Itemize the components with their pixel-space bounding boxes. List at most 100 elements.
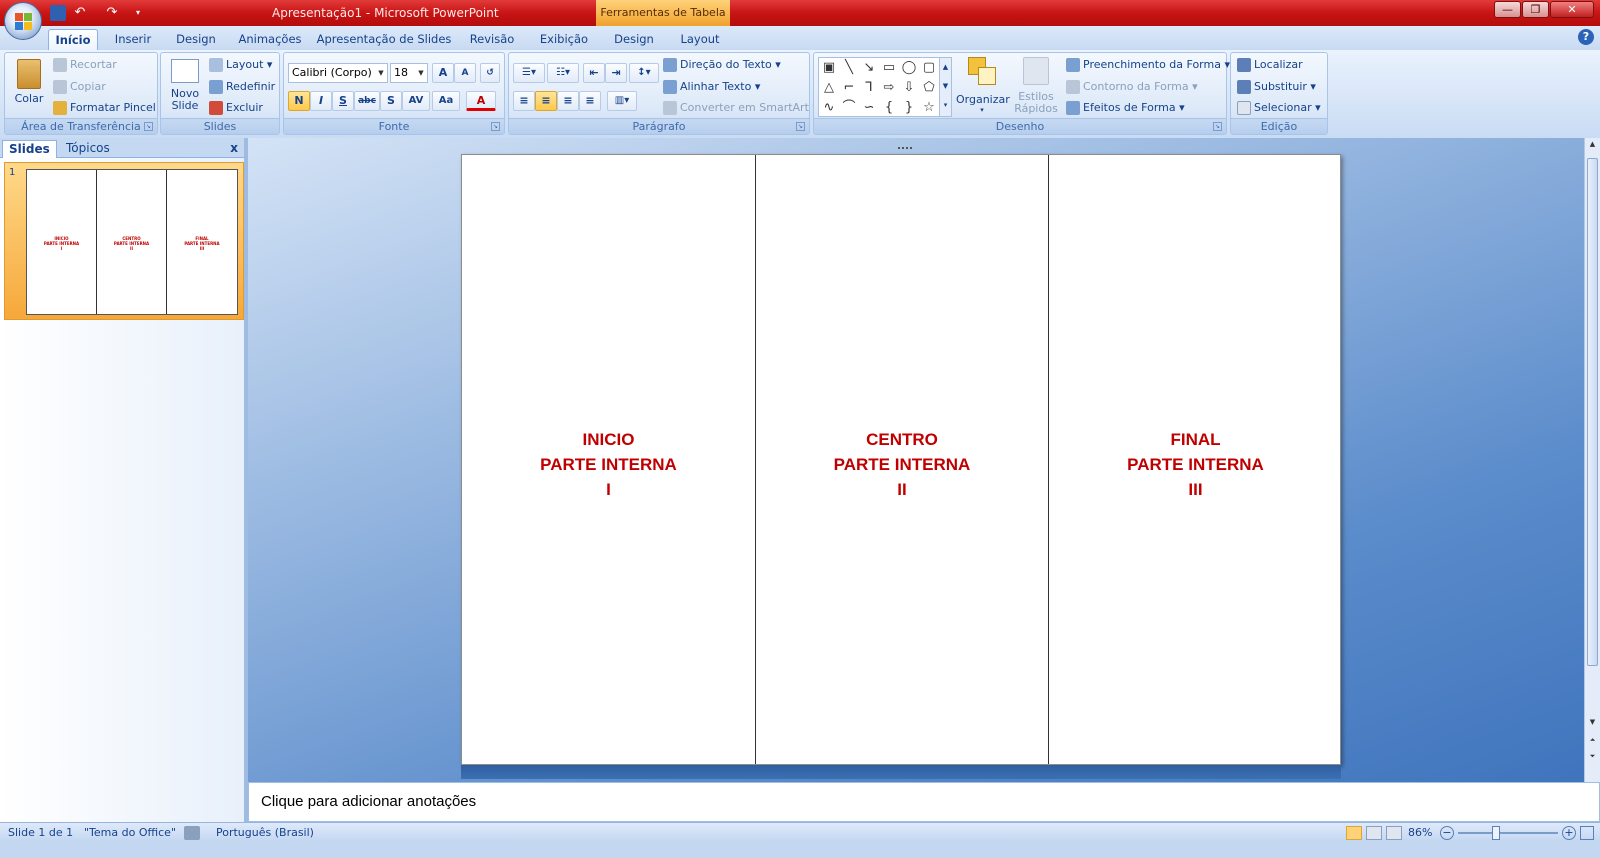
minimize-button[interactable]: — [1494,1,1521,18]
slide-sorter-view-icon[interactable] [1366,826,1382,840]
align-left-button[interactable]: ≡ [513,91,535,111]
curve-shape-icon[interactable]: ∽ [861,100,877,116]
restore-button[interactable]: ❐ [1522,1,1549,18]
convert-smartart-button[interactable]: Converter em SmartArt ▾ [663,98,818,118]
font-name-combo[interactable]: Calibri (Corpo) ▼ [288,63,388,83]
dialog-launcher-icon[interactable]: ↘ [491,122,500,131]
next-slide-icon[interactable]: ⏷ [1586,752,1599,766]
gallery-scroll[interactable]: ▲ ▼ ▾ [939,58,951,116]
find-button[interactable]: Localizar [1237,55,1303,75]
tab-slides[interactable]: Slides [2,140,57,158]
tab-topicos[interactable]: Tópicos [60,140,116,158]
copy-button[interactable]: Copiar [53,77,106,97]
down-arrow-shape-icon[interactable]: ⇩ [901,80,917,96]
shape-effects-button[interactable]: Efeitos de Forma ▾ [1066,98,1185,118]
elbow-connector-shape-icon[interactable]: ⌐ [841,80,857,96]
vertical-scrollbar[interactable]: ▲ ▼ ⏶ ⏷ [1584,138,1600,782]
strikethrough-button[interactable]: abc [354,91,380,111]
zoom-in-icon[interactable]: + [1562,826,1576,840]
star-shape-icon[interactable]: ☆ [921,100,937,116]
oval-shape-icon[interactable]: ◯ [901,60,917,76]
numbering-button[interactable]: ☷▾ [547,63,579,83]
char-spacing-button[interactable]: AV [402,91,430,111]
bullets-button[interactable]: ☰▾ [513,63,545,83]
previous-slide-icon[interactable]: ⏶ [1586,736,1599,750]
cell-text-2[interactable]: CENTRO PARTE INTERNA II [756,427,1048,502]
dialog-launcher-icon[interactable]: ↘ [1213,122,1222,131]
customize-qat-icon[interactable]: ▾ [130,5,146,21]
table-cell-3[interactable]: FINAL PARTE INTERNA III [1049,155,1342,764]
freeform-shape-icon[interactable]: ∿ [821,100,837,116]
justify-button[interactable]: ≡ [579,91,601,111]
bold-button[interactable]: N [288,91,310,111]
right-brace-shape-icon[interactable]: } [901,100,917,116]
flowchart-shape-icon[interactable]: ⬠ [921,80,937,96]
help-icon[interactable]: ? [1578,29,1594,45]
theme-name[interactable]: "Tema do Office" [84,826,176,839]
shadow-button[interactable]: S [380,91,402,111]
align-text-button[interactable]: Alinhar Texto ▾ [663,77,760,97]
align-center-button[interactable]: ≡ [535,91,557,111]
notes-placeholder[interactable]: Clique para adicionar anotações [261,793,476,810]
tab-animacoes[interactable]: Animações [234,29,306,50]
increase-indent-button[interactable]: ⇥ [605,63,627,83]
slide-thumbnail-selected[interactable]: 1 INICIO PARTE INTERNA I CENTRO PARTE INTER… [4,162,244,320]
undo-icon[interactable]: ↶ [72,5,88,21]
cell-text-1[interactable]: INICIO PARTE INTERNA I [462,427,755,502]
line-shape-icon[interactable]: ╲ [841,60,857,76]
slideshow-view-icon[interactable] [1386,826,1402,840]
table-cell-1[interactable]: INICIO PARTE INTERNA I [462,155,756,764]
arc-shape-icon[interactable]: ⌒ [841,100,857,116]
replace-button[interactable]: Substituir ▾ [1237,77,1316,97]
tab-revisao[interactable]: Revisão [462,29,522,50]
left-brace-shape-icon[interactable]: { [881,100,897,116]
dialog-launcher-icon[interactable]: ↘ [144,122,153,131]
scroll-down-icon[interactable]: ▼ [1586,718,1599,732]
rounded-rect-shape-icon[interactable]: ▢ [921,60,937,76]
clear-format-button[interactable]: ↺ [480,63,500,83]
notes-pane[interactable]: Clique para adicionar anotações [248,782,1600,822]
quick-styles-button[interactable]: Estilos Rápidos [1012,57,1060,119]
slide-canvas[interactable]: INICIO PARTE INTERNA I CENTRO PARTE INTE… [461,154,1341,765]
shape-outline-button[interactable]: Contorno da Forma ▾ [1066,77,1198,97]
reset-button[interactable]: Redefinir [209,77,275,97]
tab-inserir[interactable]: Inserir [108,29,158,50]
tab-design[interactable]: Design [168,29,224,50]
rectangle-shape-icon[interactable]: ▭ [881,60,897,76]
shapes-gallery[interactable]: ▣ ╲ ↘ ▭ ◯ ▢ △ ⌐ ⅂ ⇨ ⇩ ⬠ ∿ ⌒ ∽ { } ☆ ▲ ▼ ▾ [818,57,952,117]
shape-fill-button[interactable]: Preenchimento da Forma ▾ [1066,55,1230,75]
font-color-button[interactable]: A [466,91,496,111]
fit-to-window-icon[interactable] [1580,826,1594,840]
close-button[interactable]: ✕ [1550,1,1594,18]
close-pane-icon[interactable]: x [230,141,238,155]
redo-icon[interactable]: ↷ [104,5,120,21]
shrink-font-button[interactable]: A [454,63,476,83]
normal-view-icon[interactable] [1346,826,1362,840]
office-button[interactable] [4,2,42,40]
elbow-arrow-shape-icon[interactable]: ⅂ [861,80,877,96]
line-spacing-button[interactable]: ↕▾ [629,63,659,83]
save-icon[interactable] [50,5,66,21]
change-case-button[interactable]: Aa [432,91,460,111]
right-arrow-shape-icon[interactable]: ⇨ [881,80,897,96]
textbox-shape-icon[interactable]: ▣ [821,60,837,76]
underline-button[interactable]: S [332,91,354,111]
table-cell-2[interactable]: CENTRO PARTE INTERNA II [756,155,1049,764]
tab-exibicao[interactable]: Exibição [532,29,596,50]
grow-font-button[interactable]: A [432,63,454,83]
arrange-button[interactable]: Organizar ▾ [956,57,1010,119]
align-right-button[interactable]: ≡ [557,91,579,111]
text-direction-button[interactable]: Direção do Texto ▾ [663,55,781,75]
zoom-slider-track[interactable] [1458,832,1558,834]
cut-button[interactable]: Recortar [53,55,117,75]
triangle-shape-icon[interactable]: △ [821,80,837,96]
resize-handle-icon[interactable] [898,147,912,150]
scroll-thumb[interactable] [1587,158,1598,666]
select-button[interactable]: Selecionar ▾ [1237,98,1321,118]
tab-table-layout[interactable]: Layout [672,29,728,50]
spellcheck-icon[interactable] [184,826,200,840]
zoom-level[interactable]: 86% [1408,826,1432,839]
zoom-slider-thumb[interactable] [1492,826,1500,840]
tab-inicio[interactable]: Início [48,29,98,50]
delete-slide-button[interactable]: Excluir [209,98,263,118]
